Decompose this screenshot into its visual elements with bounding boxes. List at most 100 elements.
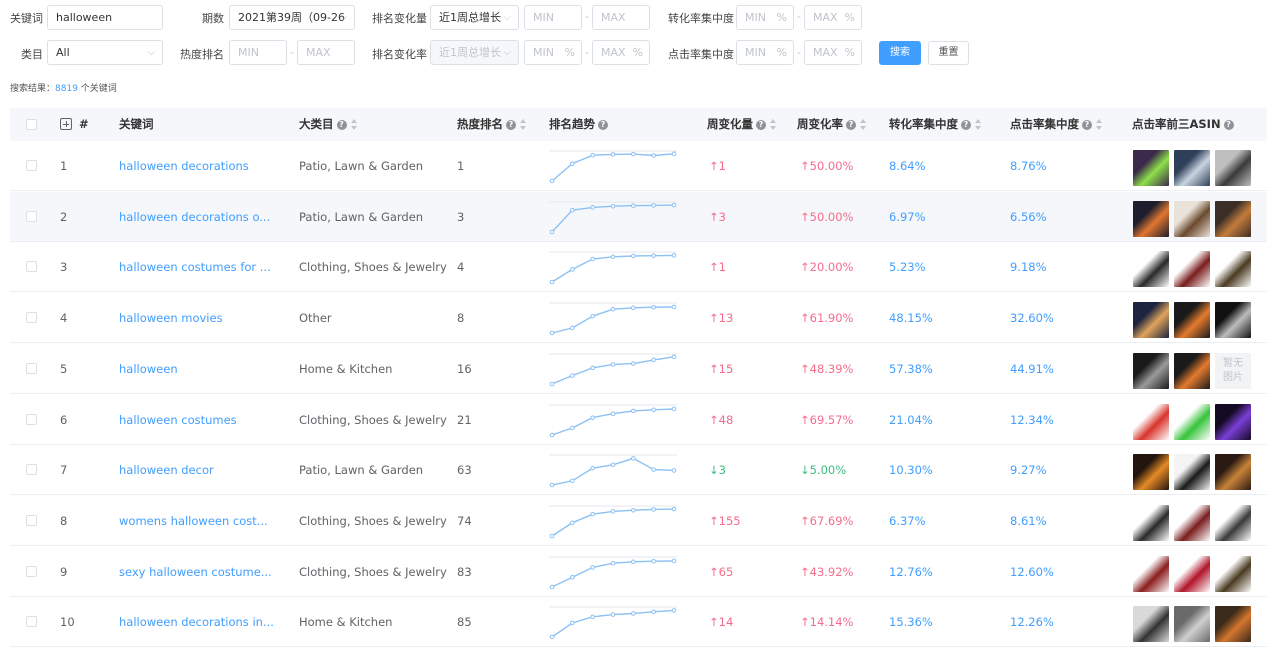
click-label: 点击率集中度 (668, 48, 734, 61)
help-icon[interactable]: ? (846, 119, 856, 130)
asin-thumbnail[interactable] (1215, 606, 1251, 643)
rank-change-select[interactable]: 近1周总增长 ⌵ (430, 5, 519, 30)
click-max-input[interactable]: MAX % (804, 40, 862, 65)
header-hot-rank[interactable]: 热度排名? (457, 108, 527, 141)
row-checkbox[interactable] (26, 261, 37, 273)
period-select[interactable]: 2021第39周（09-26 ⌵ (229, 5, 355, 30)
sort-icon[interactable] (975, 118, 982, 131)
asin-thumbnail[interactable] (1174, 555, 1210, 592)
asin-thumbnail[interactable] (1133, 150, 1169, 186)
keyword-link[interactable]: halloween decor (119, 445, 214, 495)
asin-thumbnail[interactable] (1133, 454, 1169, 491)
table-row[interactable]: 2 halloween decorations o... Patio, Lawn &… (10, 191, 1267, 242)
rank-rate-max-input[interactable]: MAX % (592, 40, 650, 65)
table-row[interactable]: 9 sexy halloween costume... Clothing, Shoe… (10, 547, 1267, 597)
keyword-link[interactable]: womens halloween cost... (119, 496, 268, 546)
click-min-input[interactable]: MIN % (736, 40, 794, 65)
weekly-rate-value: ↑61.90% (800, 311, 854, 326)
keyword-link[interactable]: halloween decorations (119, 141, 249, 191)
row-checkbox[interactable] (26, 362, 37, 374)
asin-thumbnail[interactable] (1174, 504, 1210, 541)
asin-thumbnail[interactable] (1133, 302, 1169, 339)
header-weekly-change[interactable]: 周变化量? (707, 108, 777, 141)
asin-thumbnail[interactable] (1174, 352, 1210, 389)
hot-rank-min-input[interactable]: MIN (229, 40, 287, 65)
sort-icon[interactable] (350, 118, 358, 131)
asin-thumbnail[interactable] (1174, 251, 1210, 288)
sort-icon[interactable] (860, 118, 867, 131)
asin-thumbnail[interactable] (1215, 504, 1251, 541)
rank-rate-select[interactable]: 近1周总增长 ⌵ (430, 40, 519, 65)
asin-thumbnail[interactable] (1215, 454, 1251, 491)
row-checkbox[interactable] (26, 312, 37, 324)
row-checkbox[interactable] (26, 616, 37, 628)
asin-thumbnail[interactable] (1215, 302, 1251, 339)
asin-thumbnail[interactable] (1133, 555, 1169, 592)
row-checkbox[interactable] (26, 565, 37, 577)
asin-thumbnail[interactable] (1174, 403, 1210, 440)
help-icon[interactable]: ? (598, 119, 608, 130)
header-category[interactable]: 大类目? (299, 108, 358, 141)
row-checkbox[interactable] (26, 210, 37, 222)
category-select[interactable]: All ⌵ (47, 40, 163, 65)
rank-change-max-input[interactable]: MAX (592, 5, 650, 30)
help-icon[interactable]: ? (756, 119, 766, 130)
keyword-link[interactable]: halloween decorations in... (119, 597, 274, 647)
asin-thumbnail[interactable] (1174, 606, 1210, 643)
table-row[interactable]: 3 halloween costumes for ... Clothing, Sho… (10, 242, 1267, 293)
table-row[interactable]: 6 halloween costumes Clothing, Shoes & Jew… (10, 395, 1267, 445)
asin-thumbnail[interactable] (1133, 504, 1169, 541)
asin-thumbnail[interactable] (1215, 555, 1251, 592)
table-row[interactable]: 4 halloween movies Other 8 ↑13 ↑61.90% 48.15% 3… (10, 293, 1267, 344)
hot-rank-max-input[interactable]: MAX (297, 40, 355, 65)
asin-thumbnail[interactable] (1215, 150, 1251, 186)
asin-thumbnail[interactable] (1133, 200, 1169, 237)
asin-thumbnail[interactable] (1133, 606, 1169, 643)
keyword-link[interactable]: halloween costumes for ... (119, 242, 271, 292)
help-icon[interactable]: ? (506, 119, 516, 130)
asin-thumbnail[interactable] (1174, 200, 1210, 237)
keyword-link[interactable]: halloween decorations o... (119, 192, 270, 242)
keyword-input[interactable]: halloween (47, 5, 163, 30)
table-row[interactable]: 8 womens halloween cost... Clothing, Shoes… (10, 496, 1267, 546)
sort-icon[interactable] (770, 118, 777, 131)
help-icon[interactable]: ? (961, 119, 971, 130)
keyword-link[interactable]: halloween costumes (119, 395, 237, 445)
asin-thumbnail[interactable] (1174, 302, 1210, 339)
table-row[interactable]: 5 halloween Home & Kitchen 16 ↑15 ↑48.39% 57.3… (10, 344, 1267, 394)
help-icon[interactable]: ? (1223, 119, 1234, 130)
keyword-link[interactable]: halloween (119, 344, 178, 394)
table-row[interactable]: 7 halloween decor Patio, Lawn & Garden 63 ↓3… (10, 445, 1267, 496)
sort-icon[interactable] (520, 118, 527, 131)
keyword-link[interactable]: halloween movies (119, 293, 223, 343)
header-conversion[interactable]: 转化率集中度? (889, 108, 982, 141)
table-row[interactable]: 1 halloween decorations Patio, Lawn & Gard… (10, 141, 1267, 191)
rank-change-min-input[interactable]: MIN (524, 5, 582, 30)
asin-thumbnail[interactable] (1174, 454, 1210, 491)
row-checkbox[interactable] (26, 464, 37, 476)
select-all-checkbox[interactable] (26, 119, 37, 130)
expand-all-icon[interactable] (60, 118, 72, 130)
table-row[interactable]: 10 halloween decorations in... Home & Kitc… (10, 597, 1267, 648)
reset-button[interactable]: 重置 (928, 41, 969, 65)
search-button[interactable]: 搜索 (879, 41, 921, 65)
asin-thumbnail[interactable] (1133, 251, 1169, 288)
row-checkbox[interactable] (26, 514, 37, 526)
conversion-min-input[interactable]: MIN % (736, 5, 794, 30)
asin-thumbnail[interactable] (1174, 150, 1210, 186)
asin-thumbnail[interactable] (1215, 251, 1251, 288)
asin-thumbnail[interactable] (1133, 352, 1169, 389)
help-icon[interactable]: ? (1082, 119, 1092, 130)
row-checkbox[interactable] (26, 413, 37, 425)
asin-thumbnail[interactable] (1133, 403, 1169, 440)
keyword-link[interactable]: sexy halloween costume... (119, 547, 272, 597)
header-click[interactable]: 点击率集中度? (1010, 108, 1103, 141)
asin-thumbnail[interactable] (1215, 200, 1251, 237)
asin-thumbnail[interactable] (1215, 403, 1251, 440)
sort-icon[interactable] (1096, 118, 1103, 131)
conversion-max-input[interactable]: MAX % (804, 5, 862, 30)
header-weekly-rate[interactable]: 周变化率? (797, 108, 867, 141)
help-icon[interactable]: ? (336, 119, 347, 130)
row-checkbox[interactable] (26, 160, 37, 171)
rank-rate-min-input[interactable]: MIN % (524, 40, 582, 65)
